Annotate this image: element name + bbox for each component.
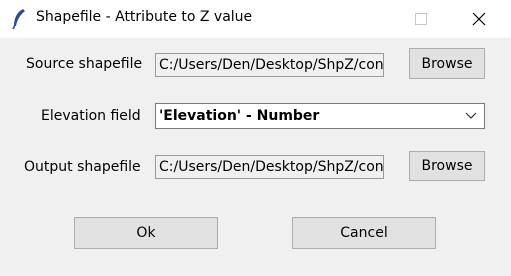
feather-icon [11, 8, 27, 30]
dialog-window: Shapefile - Attribute to Z value Source … [0, 0, 511, 276]
ok-button[interactable]: Ok [74, 217, 218, 249]
cancel-button[interactable]: Cancel [292, 217, 436, 249]
elevation-field-value: 'Elevation' - Number [159, 108, 320, 124]
source-shapefile-label: Source shapefile [26, 56, 143, 72]
maximize-button[interactable] [396, 0, 442, 38]
elevation-field-label: Elevation field [41, 108, 141, 124]
title-bar[interactable]: Shapefile - Attribute to Z value [0, 0, 511, 38]
elevation-field-select[interactable]: 'Elevation' - Number [155, 103, 485, 129]
source-browse-button[interactable]: Browse [409, 48, 485, 79]
window-title: Shapefile - Attribute to Z value [36, 9, 253, 25]
output-shapefile-label: Output shapefile [24, 159, 141, 175]
source-shapefile-field[interactable]: C:/Users/Den/Desktop/ShpZ/conto [155, 53, 384, 77]
minimize-button[interactable] [327, 0, 373, 38]
chevron-down-icon[interactable] [460, 104, 482, 128]
close-button[interactable] [456, 0, 502, 38]
output-shapefile-field[interactable]: C:/Users/Den/Desktop/ShpZ/conto [155, 155, 384, 179]
output-browse-button[interactable]: Browse [409, 151, 485, 181]
